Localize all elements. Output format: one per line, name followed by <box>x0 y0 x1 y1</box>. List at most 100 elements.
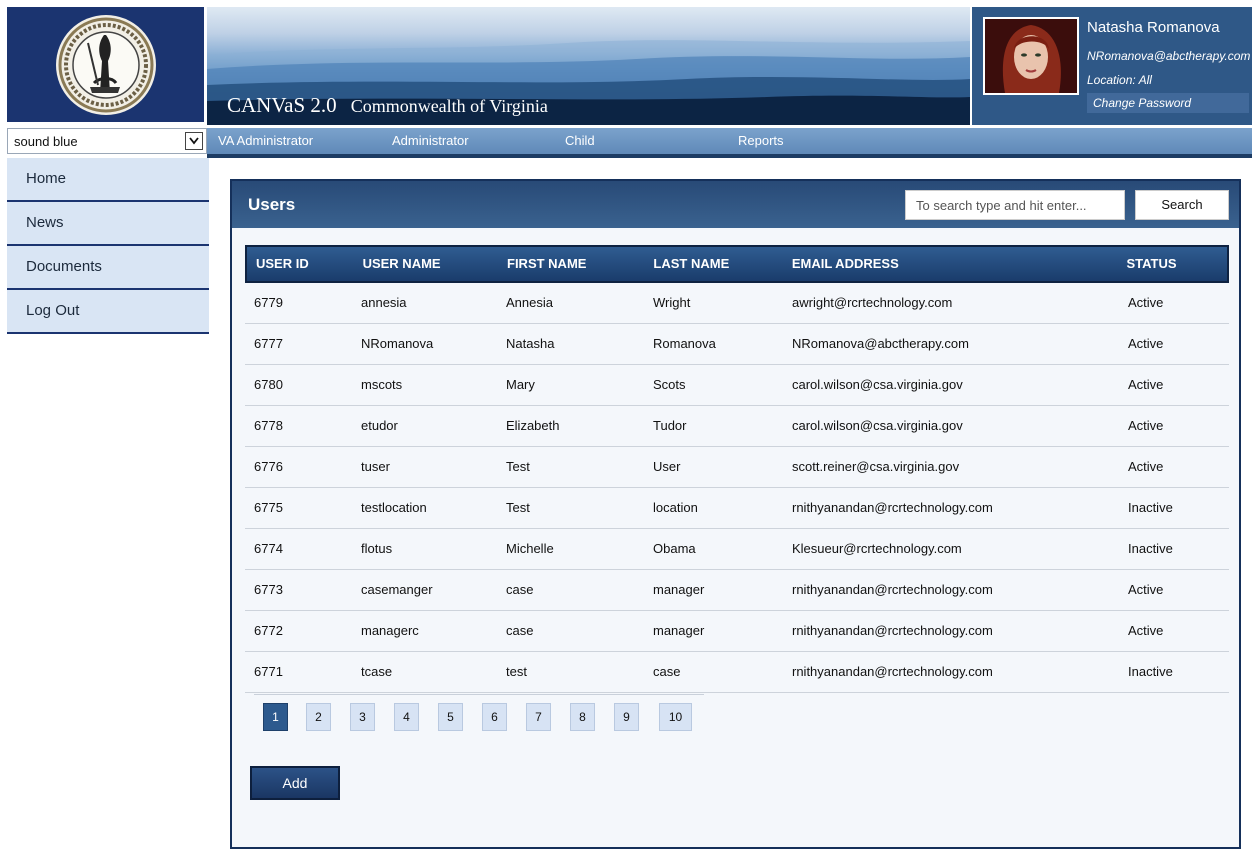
page-1-button[interactable]: 1 <box>263 703 288 731</box>
cell-first-name: Test <box>506 500 530 515</box>
org-name: Commonwealth of Virginia <box>350 96 548 116</box>
nav-divider <box>207 154 1252 158</box>
sidebar: Home News Documents Log Out <box>7 158 209 334</box>
table-row[interactable]: 6780 mscots Mary Scots carol.wilson@csa.virg… <box>245 365 1229 406</box>
cell-status: Active <box>1128 418 1164 433</box>
page-4-button[interactable]: 4 <box>394 703 419 731</box>
column-header-last-name[interactable]: LAST NAME <box>644 247 782 281</box>
state-seal-logo <box>7 7 204 122</box>
sidebar-item-news[interactable]: News <box>7 202 209 246</box>
column-header-first-name[interactable]: FIRST NAME <box>498 247 644 281</box>
users-panel-header: Users Search <box>232 181 1239 228</box>
header-banner: CANVaS 2.0 Commonwealth of Virginia <box>207 7 970 125</box>
sidebar-item-documents[interactable]: Documents <box>7 246 209 290</box>
cell-last-name: Obama <box>653 541 696 556</box>
column-header-user-name[interactable]: USER NAME <box>354 247 498 281</box>
cell-status: Active <box>1128 295 1164 310</box>
column-header-email[interactable]: EMAIL ADDRESS <box>783 247 1118 281</box>
cell-first-name: Michelle <box>506 541 554 556</box>
main-nav: VA Administrator Administrator Child Rep… <box>207 128 1252 154</box>
cell-first-name: Test <box>506 459 530 474</box>
cell-user-id: 6772 <box>254 623 283 638</box>
cell-user-name: managerc <box>361 623 419 638</box>
cell-user-id: 6780 <box>254 377 283 392</box>
cell-last-name: case <box>653 664 681 679</box>
nav-reports[interactable]: Reports <box>738 128 784 154</box>
cell-user-name: mscots <box>361 377 403 392</box>
cell-last-name: Wright <box>653 295 691 310</box>
pagination: 1 2 3 4 5 6 7 8 9 10 <box>254 694 704 731</box>
page-2-button[interactable]: 2 <box>306 703 331 731</box>
cell-user-name: NRomanova <box>361 336 434 351</box>
avatar <box>983 17 1079 95</box>
table-row[interactable]: 6771 tcase test case rnithyanandan@rcrtechno… <box>245 652 1229 693</box>
cell-user-id: 6773 <box>254 582 283 597</box>
page-3-button[interactable]: 3 <box>350 703 375 731</box>
page-7-button[interactable]: 7 <box>526 703 551 731</box>
cell-email: rnithyanandan@rcrtechnology.com <box>792 582 993 597</box>
page-9-button[interactable]: 9 <box>614 703 639 731</box>
users-panel: Users Search USER ID USER NAME FIRST NAM… <box>230 179 1241 849</box>
cell-email: rnithyanandan@rcrtechnology.com <box>792 664 993 679</box>
cell-status: Inactive <box>1128 664 1173 679</box>
cell-user-name: annesia <box>361 295 407 310</box>
chevron-down-icon[interactable] <box>185 132 203 150</box>
cell-status: Active <box>1128 459 1164 474</box>
table-row[interactable]: 6774 flotus Michelle Obama Klesueur@rcrtechn… <box>245 529 1229 570</box>
add-user-button[interactable]: Add <box>250 766 340 800</box>
cell-email: rnithyanandan@rcrtechnology.com <box>792 623 993 638</box>
sidebar-item-log-out[interactable]: Log Out <box>7 290 209 334</box>
cell-first-name: test <box>506 664 527 679</box>
profile-email: NRomanova@abctherapy.com <box>1087 49 1251 63</box>
cell-first-name: Natasha <box>506 336 555 351</box>
profile-name: Natasha Romanova <box>1087 19 1220 36</box>
cell-user-id: 6777 <box>254 336 283 351</box>
cell-first-name: Elizabeth <box>506 418 560 433</box>
cell-last-name: location <box>653 500 698 515</box>
nav-administrator[interactable]: Administrator <box>392 128 469 154</box>
page-6-button[interactable]: 6 <box>482 703 507 731</box>
cell-last-name: Tudor <box>653 418 687 433</box>
cell-first-name: Annesia <box>506 295 553 310</box>
nav-child[interactable]: Child <box>565 128 595 154</box>
virginia-seal-icon <box>55 14 156 115</box>
cell-status: Active <box>1128 582 1164 597</box>
search-button[interactable]: Search <box>1135 190 1229 220</box>
cell-status: Active <box>1128 623 1164 638</box>
user-profile-panel: Natasha Romanova NRomanova@abctherapy.co… <box>972 7 1252 125</box>
cell-user-id: 6778 <box>254 418 283 433</box>
search-input[interactable] <box>905 190 1125 220</box>
nav-va-administrator[interactable]: VA Administrator <box>218 128 313 154</box>
cell-status: Active <box>1128 377 1164 392</box>
cell-user-id: 6774 <box>254 541 283 556</box>
users-table: USER ID USER NAME FIRST NAME LAST NAME E… <box>245 245 1229 693</box>
change-password-link[interactable]: Change Password <box>1087 93 1249 113</box>
table-row[interactable]: 6778 etudor Elizabeth Tudor carol.wilson@csa… <box>245 406 1229 447</box>
cell-user-name: tuser <box>361 459 390 474</box>
page-10-button[interactable]: 10 <box>659 703 692 731</box>
page-8-button[interactable]: 8 <box>570 703 595 731</box>
column-header-user-id[interactable]: USER ID <box>247 247 354 281</box>
table-row[interactable]: 6775 testlocation Test location rnithyananda… <box>245 488 1229 529</box>
cell-first-name: case <box>506 623 534 638</box>
table-row[interactable]: 6772 managerc case manager rnithyanandan@rcr… <box>245 611 1229 652</box>
cell-email: NRomanova@abctherapy.com <box>792 336 969 351</box>
cell-user-name: casemanger <box>361 582 433 597</box>
cell-last-name: Romanova <box>653 336 716 351</box>
cell-last-name: manager <box>653 623 705 638</box>
cell-email: Klesueur@rcrtechnology.com <box>792 541 962 556</box>
cell-user-name: tcase <box>361 664 393 679</box>
cell-email: carol.wilson@csa.virginia.gov <box>792 418 963 433</box>
cell-last-name: User <box>653 459 681 474</box>
table-row[interactable]: 6773 casemanger case manager rnithyanandan@r… <box>245 570 1229 611</box>
sidebar-item-home[interactable]: Home <box>7 158 209 202</box>
column-header-status[interactable]: STATUS <box>1117 247 1227 281</box>
page-5-button[interactable]: 5 <box>438 703 463 731</box>
table-row[interactable]: 6776 tuser Test User scott.reiner@csa.virgin… <box>245 447 1229 488</box>
cell-status: Active <box>1128 336 1164 351</box>
table-row[interactable]: 6777 NRomanova Natasha Romanova NRomanova@ab… <box>245 324 1229 365</box>
cell-user-name: etudor <box>361 418 398 433</box>
location-select[interactable]: sound blue <box>7 128 207 154</box>
table-row[interactable]: 6779 annesia Annesia Wright awright@rcrtechn… <box>245 283 1229 324</box>
cell-user-name: flotus <box>361 541 393 556</box>
